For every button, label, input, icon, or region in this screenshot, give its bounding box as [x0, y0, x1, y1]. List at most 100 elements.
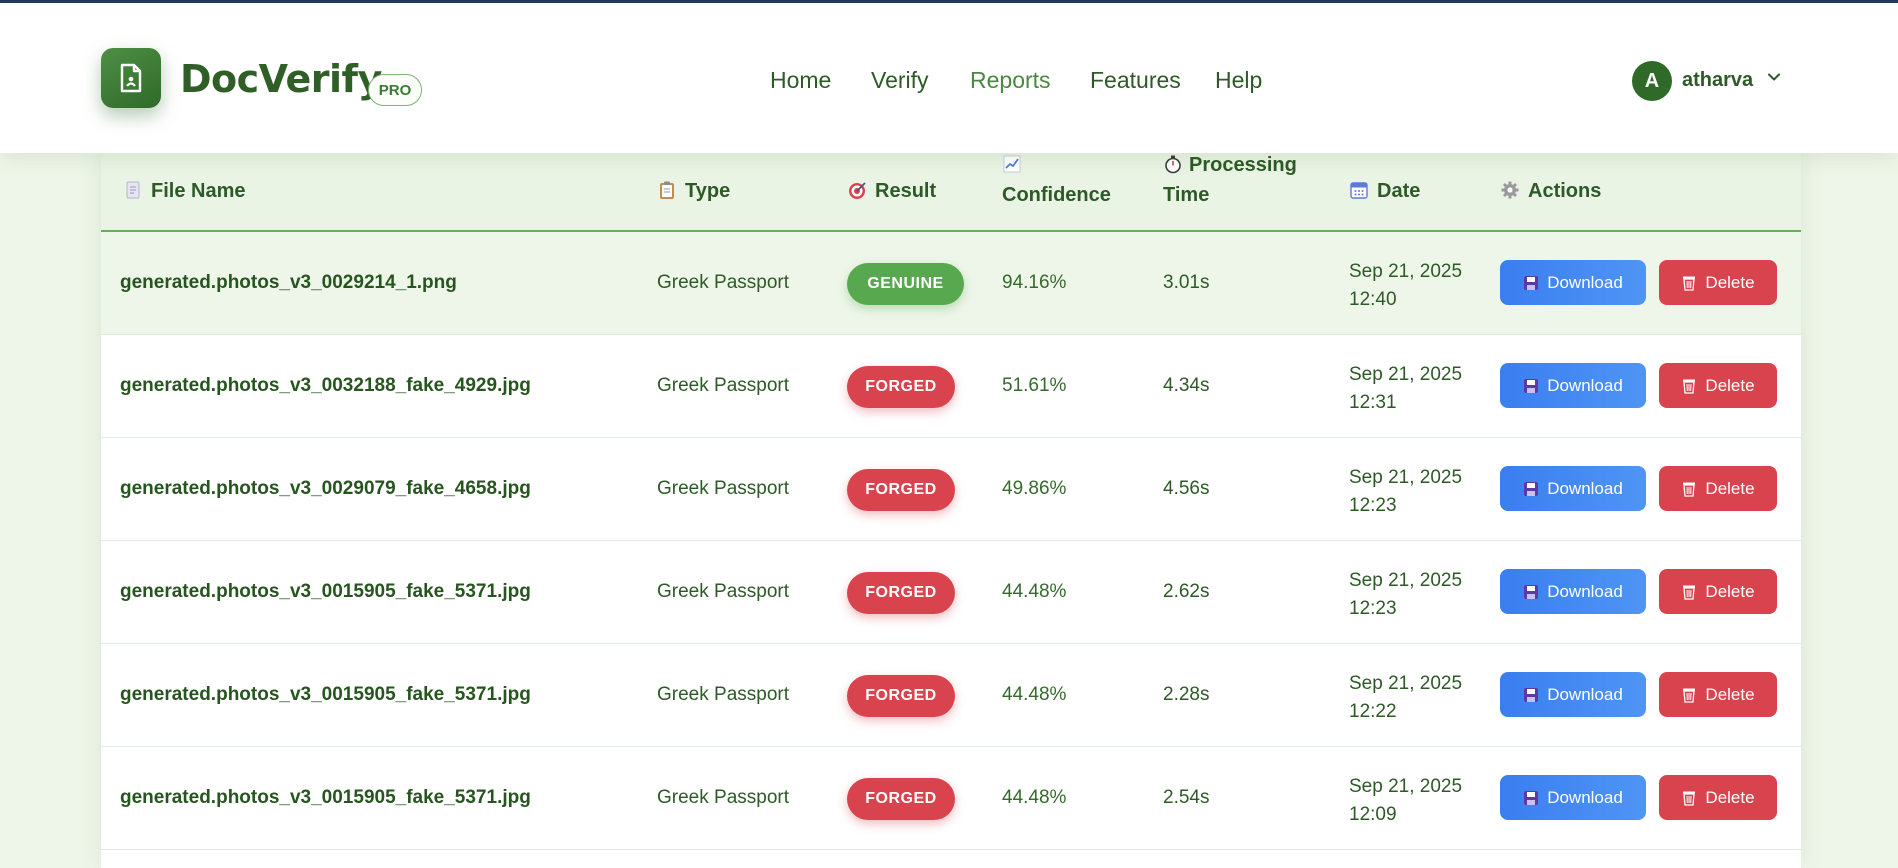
processing-time: 2.54s	[1163, 787, 1210, 808]
clipboard-icon	[660, 181, 674, 199]
delete-label: Delete	[1705, 684, 1755, 704]
table-row[interactable]: generated.photos_v3_0029079_fake_4658.jp…	[101, 438, 1801, 541]
processing-time: 3.01s	[1163, 272, 1210, 293]
download-button[interactable]: Download	[1500, 466, 1646, 511]
table-row[interactable]: generated.photos_v3_0015905_fake_5371.jp…	[101, 747, 1801, 850]
verification-date: Sep 21, 2025 12:09	[1349, 776, 1463, 825]
wastebasket-icon	[1683, 276, 1696, 291]
download-button[interactable]: Download	[1500, 672, 1646, 717]
wastebasket-icon	[1683, 585, 1696, 600]
chart-icon	[1003, 155, 1021, 173]
table-row[interactable]: generated.photos_v3_0015905_fake_5371.jp…	[101, 644, 1801, 747]
logo[interactable]	[101, 48, 161, 108]
column-processing-time[interactable]: Processing Time	[1163, 150, 1297, 210]
column-date[interactable]: Date	[1349, 176, 1420, 206]
nav-reports[interactable]: Reports	[970, 67, 1051, 94]
reports-table: File Name Type Result Confidence Process…	[101, 150, 1801, 868]
column-type[interactable]: Type	[657, 176, 730, 206]
user-avatar[interactable]: A	[1632, 61, 1672, 101]
delete-label: Delete	[1705, 272, 1755, 292]
floppy-disk-icon	[1524, 275, 1539, 290]
delete-button[interactable]: Delete	[1659, 363, 1777, 408]
download-button[interactable]: Download	[1500, 260, 1646, 305]
result-badge: FORGED	[847, 366, 955, 408]
column-label: Type	[685, 180, 731, 202]
download-button[interactable]: Download	[1500, 569, 1646, 614]
processing-time: 2.62s	[1163, 581, 1210, 602]
nav-home[interactable]: Home	[770, 67, 831, 94]
column-label: File Name	[151, 180, 246, 202]
table-row[interactable]: generated.photos_v3_0015905_fake_5371.jp…	[101, 541, 1801, 644]
verification-date: Sep 21, 2025 12:40	[1349, 261, 1463, 310]
wastebasket-icon	[1683, 482, 1696, 497]
document-type: Greek Passport	[657, 478, 789, 499]
verification-date: Sep 21, 2025 12:23	[1349, 467, 1463, 516]
column-file-name[interactable]: File Name	[123, 176, 245, 206]
confidence-value: 44.48%	[1002, 787, 1067, 808]
document-type: Greek Passport	[657, 375, 789, 396]
wastebasket-icon	[1683, 688, 1696, 703]
download-button[interactable]: Download	[1500, 363, 1646, 408]
column-label: Time	[1163, 184, 1210, 206]
download-label: Download	[1547, 375, 1623, 395]
delete-label: Delete	[1705, 581, 1755, 601]
document-type: Greek Passport	[657, 272, 789, 293]
nav-features[interactable]: Features	[1090, 67, 1181, 94]
result-badge: FORGED	[847, 675, 955, 717]
nav-help[interactable]: Help	[1215, 67, 1262, 94]
column-confidence[interactable]: Confidence	[1002, 150, 1111, 210]
chevron-down-icon[interactable]	[1766, 69, 1782, 85]
column-label: Confidence	[1002, 184, 1111, 206]
wastebasket-icon	[1683, 379, 1696, 394]
stopwatch-icon	[1165, 155, 1181, 174]
delete-button[interactable]: Delete	[1659, 569, 1777, 614]
brand-name[interactable]: DocVerify	[180, 57, 382, 101]
file-name: generated.photos_v3_0015905_fake_5371.jp…	[120, 684, 531, 705]
table-header: File Name Type Result Confidence Process…	[101, 150, 1801, 232]
file-name: generated.photos_v3_0029214_1.png	[120, 272, 457, 293]
document-icon	[126, 181, 140, 199]
verification-date: Sep 21, 2025 12:23	[1349, 570, 1463, 619]
document-type: Greek Passport	[657, 581, 789, 602]
column-label: Result	[875, 180, 937, 202]
download-button[interactable]: Download	[1500, 775, 1646, 820]
column-result[interactable]: Result	[847, 176, 936, 206]
app-header: DocVerify PRO Home Verify Reports Featur…	[0, 3, 1898, 153]
result-badge: FORGED	[847, 469, 955, 511]
floppy-disk-icon	[1524, 790, 1539, 805]
nav-verify[interactable]: Verify	[871, 67, 929, 94]
result-badge: GENUINE	[847, 263, 964, 305]
delete-button[interactable]: Delete	[1659, 672, 1777, 717]
floppy-disk-icon	[1524, 481, 1539, 496]
file-name: generated.photos_v3_0029079_fake_4658.jp…	[120, 478, 531, 499]
gear-icon	[1501, 181, 1519, 199]
user-name[interactable]: atharva	[1682, 69, 1753, 92]
verification-date: Sep 21, 2025 12:22	[1349, 673, 1463, 722]
floppy-disk-icon	[1524, 584, 1539, 599]
wastebasket-icon	[1683, 791, 1696, 806]
pro-badge: PRO	[368, 74, 422, 106]
delete-button[interactable]: Delete	[1659, 775, 1777, 820]
confidence-value: 51.61%	[1002, 375, 1067, 396]
download-label: Download	[1547, 272, 1623, 292]
processing-time: 4.34s	[1163, 375, 1210, 396]
file-name: generated.photos_v3_0015905_fake_5371.jp…	[120, 787, 531, 808]
floppy-disk-icon	[1524, 378, 1539, 393]
table-row[interactable]: generated.photos_v3_0032188_fake_4929.jp…	[101, 335, 1801, 438]
table-row[interactable]: generated.photos_v3_0029214_1.png Greek …	[101, 232, 1801, 335]
delete-label: Delete	[1705, 375, 1755, 395]
confidence-value: 44.48%	[1002, 581, 1067, 602]
column-actions: Actions	[1500, 176, 1601, 206]
processing-time: 2.28s	[1163, 684, 1210, 705]
document-icon	[120, 63, 142, 93]
delete-button[interactable]: Delete	[1659, 466, 1777, 511]
delete-label: Delete	[1705, 787, 1755, 807]
column-label: Processing	[1189, 154, 1297, 176]
processing-time: 4.56s	[1163, 478, 1210, 499]
result-badge: FORGED	[847, 778, 955, 820]
confidence-value: 49.86%	[1002, 478, 1067, 499]
download-label: Download	[1547, 684, 1623, 704]
download-label: Download	[1547, 478, 1623, 498]
calendar-icon	[1350, 182, 1368, 199]
delete-button[interactable]: Delete	[1659, 260, 1777, 305]
